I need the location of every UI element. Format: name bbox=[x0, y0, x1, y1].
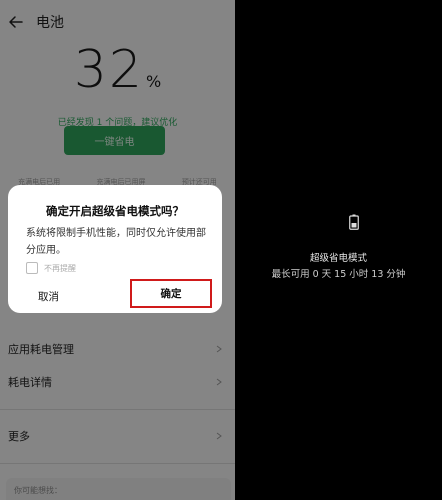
suggestion-label: 你可能想找： bbox=[14, 486, 62, 495]
battery-percent: 32% bbox=[0, 40, 235, 100]
dont-remind-option[interactable]: 不再提醒 bbox=[26, 262, 76, 274]
chevron-right-icon bbox=[216, 345, 222, 353]
dialog-title: 确定开启超级省电模式吗？ bbox=[46, 204, 184, 218]
top-bar: 电池 bbox=[8, 12, 64, 32]
list-item-label: 更多 bbox=[8, 430, 30, 443]
battery-percent-unit: % bbox=[145, 72, 162, 91]
cancel-button[interactable]: 取消 bbox=[38, 289, 59, 304]
chevron-right-icon bbox=[216, 432, 222, 440]
dialog-message: 系统将限制手机性能，同时仅允许使用部分应用。 bbox=[26, 228, 206, 256]
super-saver-mode-label: 超级省电模式 bbox=[309, 253, 367, 264]
battery-percent-value: 32 bbox=[73, 40, 144, 100]
back-arrow-icon[interactable] bbox=[8, 14, 24, 30]
page-title: 电池 bbox=[36, 15, 64, 31]
super-saver-screen: 超级省电模式 最长可用 0 天 15 小时 13 分钟 bbox=[235, 0, 442, 500]
dont-remind-checkbox[interactable] bbox=[26, 262, 38, 274]
list-item-label: 耗电详情 bbox=[8, 376, 52, 389]
one-tap-save-button[interactable]: 一键省电 bbox=[64, 126, 165, 155]
chevron-right-icon bbox=[216, 378, 222, 386]
confirm-button[interactable]: 确定 bbox=[130, 279, 212, 308]
divider bbox=[0, 409, 235, 410]
list-item-label: 应用耗电管理 bbox=[8, 343, 74, 356]
remaining-time-text: 最长可用 0 天 15 小时 13 分钟 bbox=[271, 269, 406, 280]
confirm-super-saver-dialog: 确定开启超级省电模式吗？ 系统将限制手机性能，同时仅允许使用部分应用。 不再提醒… bbox=[8, 185, 222, 313]
divider bbox=[0, 463, 235, 464]
dont-remind-label: 不再提醒 bbox=[44, 263, 76, 273]
battery-settings-screen: 电池 32% 已经发现 1 个问题，建议优化 一键省电 充满电后已用 充满电后已… bbox=[0, 0, 235, 500]
battery-icon bbox=[349, 214, 359, 230]
list-item-more[interactable]: 更多 bbox=[8, 416, 223, 456]
list-item-power-details[interactable]: 耗电详情 bbox=[8, 362, 223, 402]
